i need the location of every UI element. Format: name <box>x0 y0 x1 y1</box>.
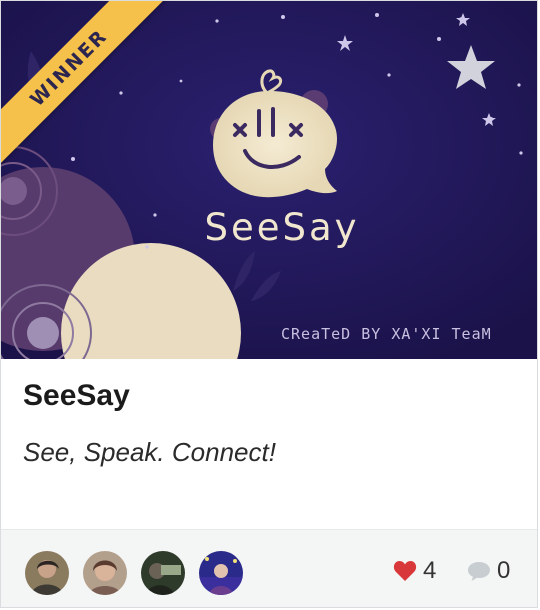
software-card[interactable]: WINNER SeeSay CReaTeD BY XA'XI TeaM SeeS… <box>0 0 538 608</box>
member-avatar[interactable] <box>199 551 243 595</box>
project-title[interactable]: SeeSay <box>23 379 130 413</box>
comment-icon <box>468 562 490 581</box>
member-avatar[interactable] <box>83 551 127 595</box>
project-tagline: See, Speak. Connect! <box>23 437 276 467</box>
member-avatar[interactable] <box>141 551 185 595</box>
thumbnail-app-name: SeeSay <box>204 206 360 249</box>
winner-ribbon: WINNER <box>1 1 171 171</box>
likes-count: 4 <box>423 557 437 584</box>
avatar-image <box>25 551 69 595</box>
comments-count: 0 <box>497 557 511 584</box>
thumbnail-credit: CReaTeD BY XA'XI TeaM <box>281 325 492 343</box>
star-icon <box>447 45 495 89</box>
star-button[interactable] <box>445 43 497 93</box>
card-footer <box>1 529 537 607</box>
project-thumbnail[interactable]: WINNER SeeSay CReaTeD BY XA'XI TeaM <box>1 1 537 359</box>
winner-badge: WINNER <box>1 1 168 167</box>
heart-icon <box>393 561 417 581</box>
avatar-image <box>199 551 243 595</box>
avatar-image <box>141 551 185 595</box>
comments-counter[interactable]: 0 <box>467 557 510 585</box>
avatar-image <box>83 551 127 595</box>
likes-counter[interactable]: 4 <box>393 557 436 585</box>
member-avatar[interactable] <box>25 551 69 595</box>
